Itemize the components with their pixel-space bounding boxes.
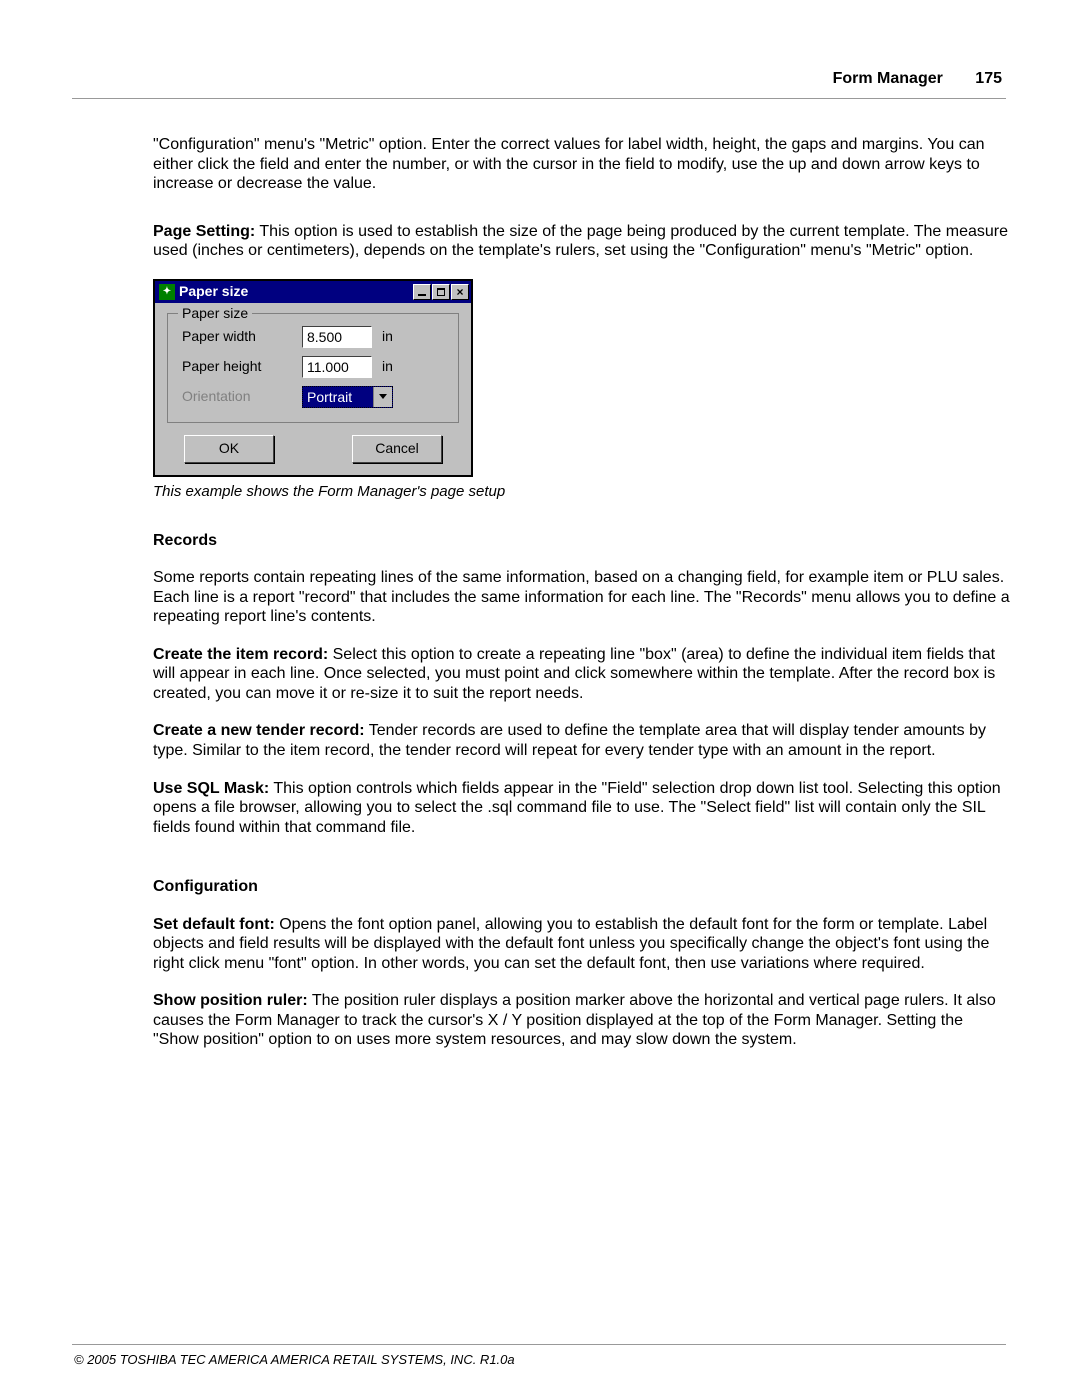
set-default-font-para: Set default font: Opens the font option … [153, 915, 1011, 974]
ok-button[interactable]: OK [184, 435, 274, 463]
cancel-button[interactable]: Cancel [352, 435, 442, 463]
paper-width-label: Paper width [182, 328, 302, 345]
page-setting-para: Page Setting: This option is used to est… [153, 222, 1011, 261]
footer-copyright: © 2005 TOSHIBA TEC AMERICA AMERICA RETAI… [74, 1352, 515, 1367]
dialog-button-row: OK Cancel [167, 435, 459, 463]
show-position-ruler-label: Show position ruler: [153, 992, 308, 1009]
paper-height-label: Paper height [182, 358, 302, 375]
header-title: Form Manager [833, 70, 943, 88]
use-sql-mask-label: Use SQL Mask: [153, 780, 269, 797]
dialog-title: Paper size [179, 283, 413, 300]
page-header: Form Manager 175 [833, 70, 1002, 88]
orientation-row: Orientation Portrait [182, 386, 444, 408]
configuration-heading: Configuration [153, 877, 1011, 897]
footer-rule [72, 1344, 1006, 1345]
dialog-body: Paper size Paper width in Paper height i… [155, 303, 471, 475]
records-intro: Some reports contain repeating lines of … [153, 568, 1011, 627]
paper-height-input[interactable] [302, 356, 372, 378]
orientation-label: Orientation [182, 388, 302, 405]
orientation-select[interactable]: Portrait [302, 386, 393, 408]
set-default-font-label: Set default font: [153, 916, 275, 933]
paper-height-row: Paper height in [182, 356, 444, 378]
page-setting-text: This option is used to establish the siz… [153, 223, 1008, 260]
paper-width-row: Paper width in [182, 326, 444, 348]
create-tender-record-para: Create a new tender record: Tender recor… [153, 721, 1011, 760]
dialog-caption: This example shows the Form Manager's pa… [153, 483, 1011, 501]
paper-width-input[interactable] [302, 326, 372, 348]
create-item-record-para: Create the item record: Select this opti… [153, 645, 1011, 704]
app-icon: ✦ [159, 284, 175, 300]
header-rule [72, 98, 1006, 99]
intro-paragraph: "Configuration" menu's "Metric" option. … [153, 135, 1011, 194]
records-heading: Records [153, 531, 1011, 551]
dialog-titlebar: ✦ Paper size × [155, 281, 471, 303]
page-setting-label: Page Setting: [153, 223, 255, 240]
chevron-down-icon [373, 387, 392, 407]
orientation-value: Portrait [303, 387, 373, 407]
paper-size-dialog: ✦ Paper size × Paper size Paper width in [153, 279, 473, 477]
use-sql-mask-para: Use SQL Mask: This option controls which… [153, 779, 1011, 838]
use-sql-mask-text: This option controls which fields appear… [153, 780, 1001, 836]
close-button[interactable]: × [451, 284, 469, 300]
minimize-icon [418, 294, 426, 296]
maximize-icon [437, 288, 445, 296]
show-position-ruler-para: Show position ruler: The position ruler … [153, 991, 1011, 1050]
paper-height-unit: in [382, 358, 393, 375]
close-icon: × [456, 286, 463, 298]
paper-width-unit: in [382, 328, 393, 345]
set-default-font-text: Opens the font option panel, allowing yo… [153, 916, 989, 972]
create-item-record-label: Create the item record: [153, 646, 328, 663]
page: Form Manager 175 "Configuration" menu's … [0, 0, 1080, 1397]
create-tender-record-label: Create a new tender record: [153, 722, 365, 739]
minimize-button[interactable] [413, 284, 431, 300]
group-legend: Paper size [178, 305, 252, 322]
header-page-number: 175 [975, 70, 1002, 88]
content: "Configuration" menu's "Metric" option. … [153, 135, 1011, 1068]
maximize-button[interactable] [432, 284, 450, 300]
paper-size-group: Paper size Paper width in Paper height i… [167, 313, 459, 423]
